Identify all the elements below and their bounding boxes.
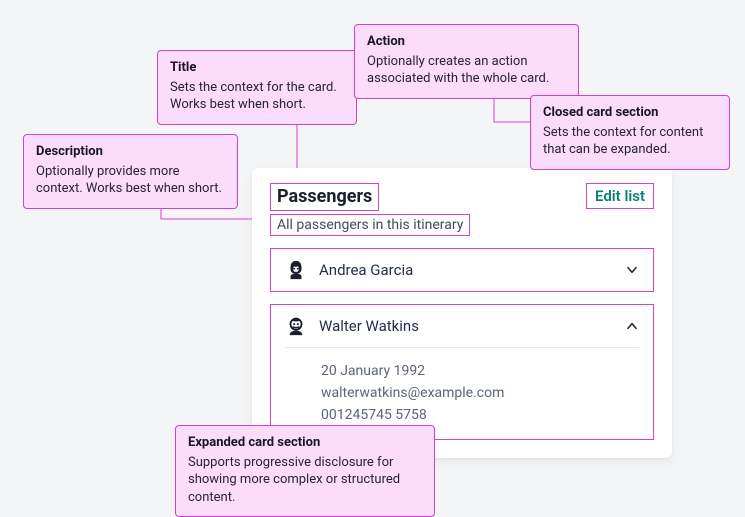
avatar-female-icon [285,259,307,281]
passenger-name: Andrea Garcia [319,261,613,279]
chevron-down-icon [625,263,639,277]
callout-title: Title Sets the context for the card. Wor… [157,50,357,125]
avatar-male-icon [285,315,307,337]
passengers-card: Passengers All passengers in this itiner… [252,168,672,458]
callout-description: Description Optionally provides more con… [23,134,238,209]
passenger-section-expanded: Walter Watkins 20 January 1992 walterwat… [270,304,654,440]
detail-dob: 20 January 1992 [321,360,639,382]
callout-expanded-section: Expanded card section Supports progressi… [175,425,435,517]
passenger-name: Walter Watkins [319,317,613,335]
chevron-up-icon [625,319,639,333]
card-description: All passengers in this itinerary [270,214,470,236]
passenger-section-closed: Andrea Garcia [270,248,654,292]
section-toggle[interactable]: Walter Watkins [271,305,653,347]
section-toggle[interactable]: Andrea Garcia [271,249,653,291]
detail-phone: 001245745 5758 [321,404,639,426]
callout-action: Action Optionally creates an action asso… [354,24,579,99]
edit-list-button[interactable]: Edit list [586,183,654,209]
detail-email: walterwatkins@example.com [321,382,639,404]
callout-closed-section: Closed card section Sets the context for… [530,95,730,170]
card-header: Passengers All passengers in this itiner… [270,183,654,236]
title-block: Passengers All passengers in this itiner… [270,183,470,236]
card-title: Passengers [270,183,379,211]
